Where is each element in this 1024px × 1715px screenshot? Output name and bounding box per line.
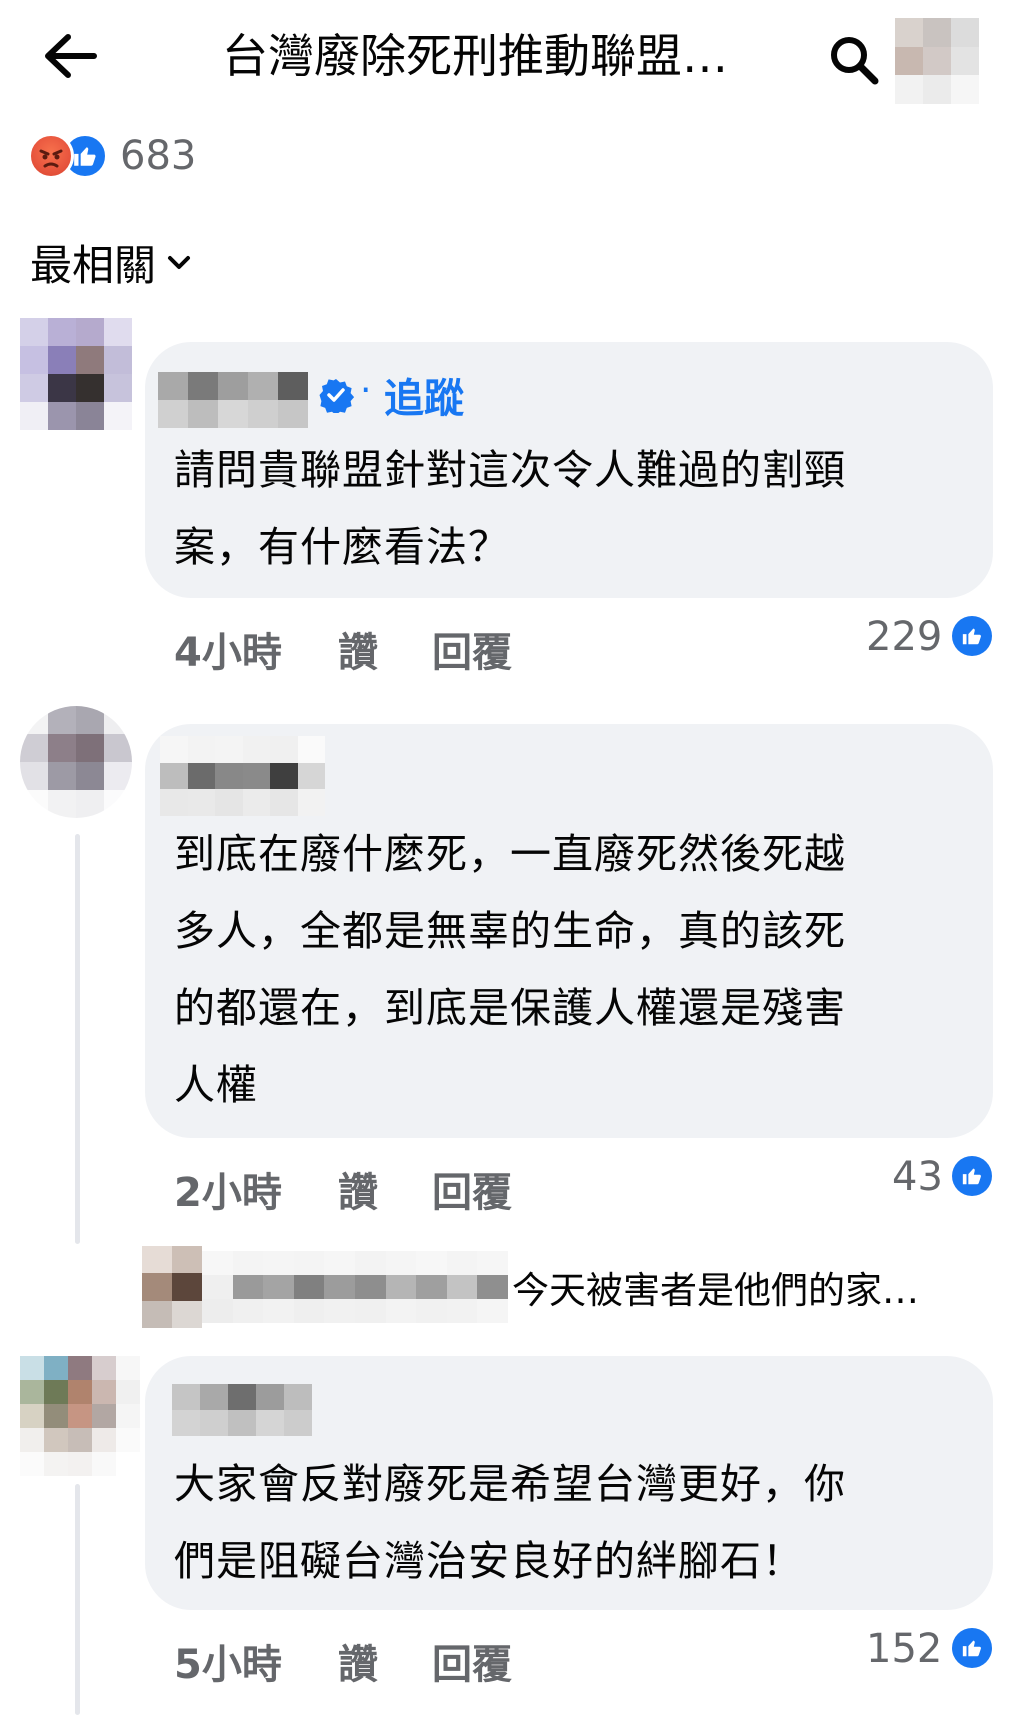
comment-text: 請問貴聯盟針對這次令人難過的割頸 案，有什麼看法？ xyxy=(174,446,846,571)
like-icon xyxy=(952,616,992,656)
reply-button[interactable]: 回覆 xyxy=(432,1632,512,1690)
chevron-down-icon xyxy=(168,255,191,269)
back-button[interactable] xyxy=(30,20,110,92)
reply-button[interactable]: 回覆 xyxy=(432,620,512,678)
reply-button[interactable]: 回覆 xyxy=(432,1160,512,1218)
like-count[interactable]: 43 xyxy=(892,1154,943,1200)
like-count[interactable]: 152 xyxy=(866,1626,942,1672)
search-icon xyxy=(831,37,879,85)
comment-timestamp[interactable]: 4小時 xyxy=(174,620,282,678)
reactions-summary[interactable]: 683 xyxy=(28,128,196,184)
arrow-left-icon xyxy=(45,34,97,78)
reaction-count: 683 xyxy=(120,133,197,179)
commenter-avatar[interactable] xyxy=(20,706,132,818)
profile-avatar[interactable] xyxy=(895,18,979,104)
view-replies-row[interactable]: 今天被害者是他們的家… xyxy=(80,1242,980,1332)
comment-text: 到底在廢什麼死，一直廢死然後死越 多人，全都是無辜的生命，真的該死 的都還在，到… xyxy=(174,830,846,1109)
commenter-name[interactable] xyxy=(172,1384,312,1436)
thread-line xyxy=(75,1484,80,1715)
separator-dot: · xyxy=(360,370,372,411)
page-title: 台灣廢除死刑推動聯盟… xyxy=(222,29,728,83)
comment-timestamp[interactable]: 5小時 xyxy=(174,1632,282,1690)
search-button[interactable] xyxy=(822,28,886,92)
like-icon xyxy=(952,1628,992,1668)
like-icon xyxy=(952,1156,992,1196)
commenter-avatar[interactable] xyxy=(20,318,132,430)
commenter-name[interactable] xyxy=(158,372,308,428)
sort-dropdown[interactable]: 最相關 xyxy=(30,232,192,293)
verified-badge-icon xyxy=(318,377,355,416)
sort-label: 最相關 xyxy=(30,241,157,290)
follow-link[interactable]: 追蹤 xyxy=(384,366,464,424)
like-button[interactable]: 讚 xyxy=(338,620,378,678)
commenter-avatar[interactable] xyxy=(20,1356,140,1476)
like-count[interactable]: 229 xyxy=(866,614,942,660)
reply-author-name xyxy=(202,1251,508,1323)
reply-author-avatar xyxy=(142,1246,202,1328)
reply-preview-text: 今天被害者是他們的家… xyxy=(512,1269,919,1312)
commenter-name[interactable] xyxy=(160,736,325,816)
angry-reaction-icon xyxy=(28,133,74,179)
like-button[interactable]: 讚 xyxy=(338,1632,378,1690)
comment-timestamp[interactable]: 2小時 xyxy=(174,1160,282,1218)
thread-line xyxy=(75,834,80,1244)
like-button[interactable]: 讚 xyxy=(338,1160,378,1218)
comment-text: 大家會反對廢死是希望台灣更好，你 們是阻礙台灣治安良好的絆腳石！ xyxy=(174,1460,846,1585)
